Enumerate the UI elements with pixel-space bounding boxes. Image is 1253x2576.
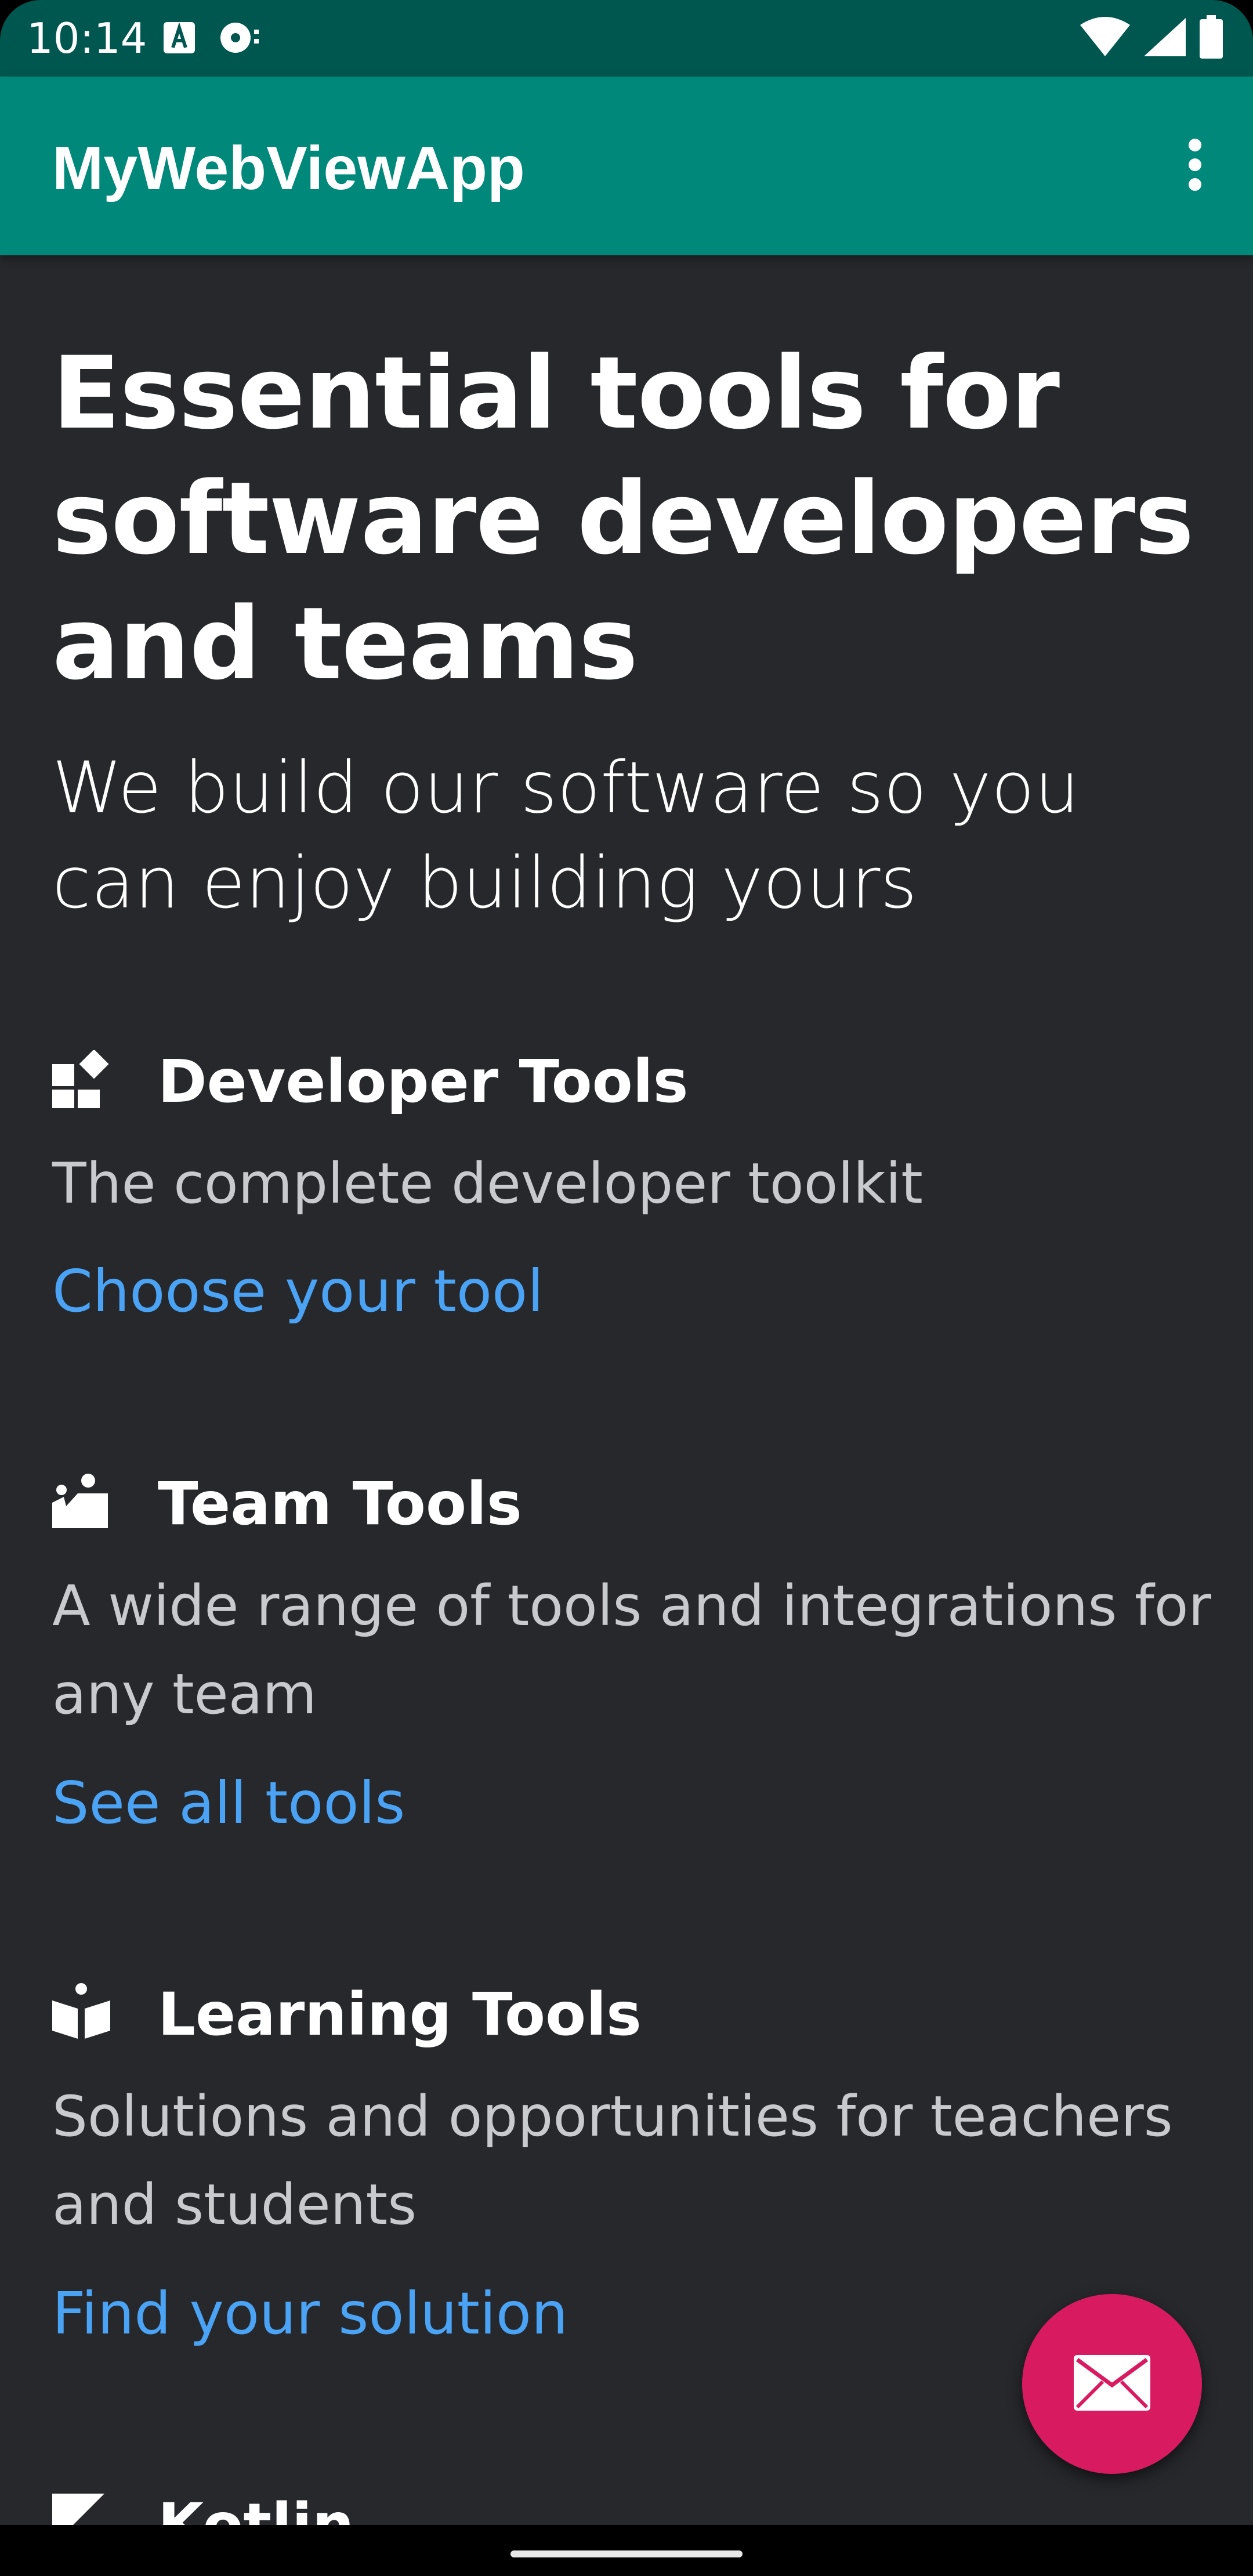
app-bar: MyWebViewApp (0, 77, 1253, 255)
more-vert-icon (1186, 136, 1204, 196)
section-description: Solutions and opportunities for teachers… (52, 2084, 1173, 2237)
section-header: Learning Tools (52, 1966, 1212, 2058)
keyboard-a-icon (162, 21, 196, 57)
section-description: The complete developer toolkit (52, 1151, 923, 1216)
signal-icon (1143, 17, 1187, 60)
section-developer-tools: Developer Tools The complete developer t… (52, 1033, 1212, 1325)
status-bar: 10:14 (0, 0, 1253, 77)
mail-icon (1074, 2355, 1150, 2413)
hero-subtitle: We build our software so you can enjoy b… (52, 747, 1080, 924)
webview-content[interactable]: Essential tools for software developers … (0, 255, 1253, 2530)
status-icons-left (162, 19, 261, 59)
navigation-bar (0, 2525, 1253, 2576)
section-team-tools: Team Tools A wide range of tools and int… (52, 1455, 1212, 1837)
section-header: Kotlin (52, 2476, 1212, 2530)
section-title: Developer Tools (158, 1047, 689, 1116)
section-learning-tools: Learning Tools Solutions and opportuniti… (52, 1966, 1212, 2347)
more-options-button[interactable] (1160, 131, 1230, 201)
section-description: A wide range of tools and integrations f… (52, 1573, 1211, 1727)
app-screen: 10:14 MyWebViewApp Essential tools for s… (0, 0, 1253, 2576)
mail-fab-button[interactable] (1022, 2294, 1202, 2474)
see-all-tools-link[interactable]: See all tools (52, 1763, 405, 1844)
kotlin-icon (52, 2494, 110, 2530)
choose-your-tool-link[interactable]: Choose your tool (52, 1251, 544, 1332)
wifi-icon (1079, 17, 1131, 60)
section-title: Kotlin (158, 2491, 354, 2530)
team-tools-icon (52, 1472, 110, 1531)
section-header: Developer Tools (52, 1033, 1212, 1126)
section-title: Team Tools (158, 1470, 522, 1539)
app-title: MyWebViewApp (52, 134, 525, 202)
find-your-solution-link[interactable]: Find your solution (52, 2273, 568, 2354)
home-gesture-handle[interactable] (510, 2550, 743, 2557)
section-title: Learning Tools (158, 1980, 642, 2049)
learning-tools-icon (52, 1983, 110, 2041)
developer-tools-icon (52, 1049, 110, 1108)
status-icons-right (1079, 15, 1224, 61)
section-header: Team Tools (52, 1455, 1212, 1548)
media-icon (218, 19, 261, 59)
section-kotlin: Kotlin (52, 2476, 1212, 2530)
battery-icon (1198, 15, 1224, 61)
status-time: 10:14 (27, 14, 147, 63)
hero-title: Essential tools for software developers … (52, 335, 1194, 702)
